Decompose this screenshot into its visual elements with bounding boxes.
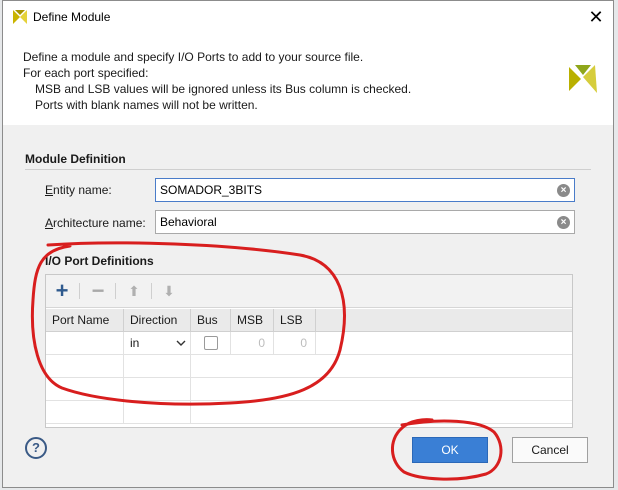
toolbar-divider (151, 283, 152, 299)
empty-cell (124, 401, 191, 423)
column-header-msb[interactable]: MSB (231, 309, 274, 331)
cancel-button[interactable]: Cancel (512, 437, 588, 463)
remove-port-button[interactable]: − (86, 279, 110, 303)
title-bar: Define Module ✕ (3, 1, 613, 33)
close-button[interactable]: ✕ (585, 6, 607, 28)
bus-checkbox[interactable] (204, 336, 218, 350)
dialog-header: Define a module and specify I/O Ports to… (3, 33, 613, 125)
ok-button[interactable]: OK (412, 437, 488, 463)
clear-icon[interactable]: × (557, 184, 570, 197)
question-icon: ? (32, 440, 40, 455)
add-port-button[interactable]: + (50, 279, 74, 303)
io-ports-toolbar: + − ⬆ ⬇ (46, 275, 572, 308)
column-header-port-name[interactable]: Port Name (46, 309, 124, 331)
xilinx-logo-icon (13, 10, 27, 24)
column-header-bus[interactable]: Bus (191, 309, 231, 331)
empty-cell (124, 355, 191, 377)
empty-table-row (46, 355, 572, 378)
window-title: Define Module (33, 10, 111, 24)
empty-cell (46, 401, 124, 423)
architecture-name-label: Architecture name: (45, 216, 146, 230)
table-row: in 0 0 (46, 332, 572, 355)
table-header: Port Name Direction Bus MSB LSB (46, 309, 572, 332)
toolbar-divider (115, 283, 116, 299)
entity-name-field[interactable]: × (155, 178, 575, 202)
msb-cell[interactable]: 0 (231, 332, 274, 354)
plus-icon: + (55, 278, 69, 303)
chevron-down-icon (176, 340, 186, 346)
lsb-cell[interactable]: 0 (274, 332, 316, 354)
io-port-definitions-title: I/O Port Definitions (45, 254, 154, 268)
empty-cell (46, 378, 124, 400)
define-module-dialog: Define Module ✕ Define a module and spec… (2, 0, 614, 488)
help-button[interactable]: ? (25, 437, 47, 459)
move-up-button[interactable]: ⬆ (122, 279, 146, 303)
architecture-name-input[interactable] (160, 214, 540, 230)
direction-select[interactable]: in (124, 332, 191, 354)
bus-cell (191, 332, 231, 354)
direction-value: in (130, 336, 140, 350)
clear-icon[interactable]: × (557, 216, 570, 229)
arrow-up-icon: ⬆ (128, 283, 140, 299)
architecture-name-field[interactable]: × (155, 210, 575, 234)
header-note-blank: Ports with blank names will not be writt… (35, 98, 258, 112)
section-separator (25, 169, 591, 170)
move-down-button[interactable]: ⬇ (157, 279, 181, 303)
column-header-direction[interactable]: Direction (124, 309, 191, 331)
module-definition-title: Module Definition (25, 152, 126, 166)
column-header-lsb[interactable]: LSB (274, 309, 316, 331)
empty-cell (124, 378, 191, 400)
header-note-msb-lsb: MSB and LSB values will be ignored unles… (35, 82, 412, 96)
entity-name-label: Entity name: (45, 183, 112, 197)
empty-cell (46, 355, 124, 377)
xilinx-logo (569, 65, 597, 93)
port-name-cell[interactable] (46, 332, 124, 354)
entity-name-input[interactable] (160, 182, 540, 198)
header-description: Define a module and specify I/O Ports to… (23, 50, 364, 64)
minus-icon: − (91, 278, 105, 303)
empty-table-row (46, 378, 572, 401)
arrow-down-icon: ⬇ (163, 283, 175, 299)
header-instruction: For each port specified: (23, 66, 149, 80)
io-ports-table: + − ⬆ ⬇ Port Name Direction Bus MSB LSB … (45, 274, 573, 428)
empty-table-row (46, 401, 572, 424)
toolbar-divider (79, 283, 80, 299)
